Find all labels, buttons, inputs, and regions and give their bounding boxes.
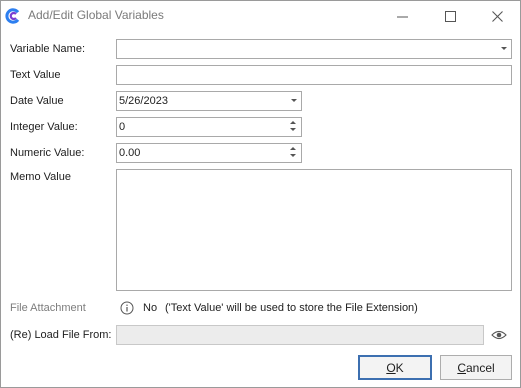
text-value-input[interactable] (116, 65, 512, 85)
minimize-icon (396, 16, 408, 17)
maximize-button[interactable] (427, 1, 473, 31)
integer-value-value: 0 (119, 121, 126, 133)
eye-icon[interactable] (491, 329, 507, 341)
file-attachment-status: No (143, 302, 158, 314)
app-logo-icon (5, 8, 20, 24)
numeric-value-label: Numeric Value: (10, 147, 85, 159)
spin-up-icon[interactable] (290, 147, 296, 150)
minimize-button[interactable] (379, 1, 425, 31)
memo-value-textarea[interactable] (116, 169, 512, 291)
memo-value-label: Memo Value (10, 171, 71, 183)
ok-label-rest: K (395, 360, 404, 375)
reload-file-label: (Re) Load File From: (10, 329, 112, 341)
numeric-value-value: 0.00 (119, 147, 141, 159)
integer-value-label: Integer Value: (10, 121, 78, 133)
cancel-mnemonic: C (457, 360, 466, 375)
chevron-down-icon[interactable] (291, 99, 297, 102)
maximize-icon (444, 10, 456, 22)
chevron-down-icon[interactable] (501, 47, 507, 50)
variable-name-label: Variable Name: (10, 43, 85, 55)
integer-value-stepper[interactable]: 0 (116, 117, 302, 137)
numeric-value-stepper[interactable]: 0.00 (116, 143, 302, 163)
cancel-label-rest: ancel (465, 360, 495, 375)
dialog-window: Add/Edit Global Variables Variable Name:… (0, 0, 521, 388)
ok-button[interactable]: OK (358, 355, 432, 380)
close-icon (491, 10, 503, 22)
spin-up-icon[interactable] (290, 121, 296, 124)
window-title: Add/Edit Global Variables (28, 8, 164, 22)
spin-down-icon[interactable] (290, 154, 296, 157)
cancel-button[interactable]: Cancel (440, 355, 512, 380)
date-value-label: Date Value (10, 95, 64, 107)
close-button[interactable] (474, 1, 520, 31)
spin-buttons[interactable] (289, 145, 298, 160)
spin-down-icon[interactable] (290, 128, 296, 131)
date-value-picker[interactable]: 5/26/2023 (116, 91, 302, 111)
variable-name-combo[interactable] (116, 39, 512, 59)
ok-mnemonic: O (386, 360, 396, 375)
file-attachment-label: File Attachment (10, 302, 86, 314)
info-icon (120, 301, 134, 315)
spin-buttons[interactable] (289, 119, 298, 134)
reload-file-path-input (116, 325, 484, 345)
file-attachment-note: ('Text Value' will be used to store the … (165, 302, 418, 314)
date-value-value: 5/26/2023 (119, 95, 168, 107)
title-bar: Add/Edit Global Variables (1, 1, 520, 31)
text-value-label: Text Value (10, 69, 61, 81)
